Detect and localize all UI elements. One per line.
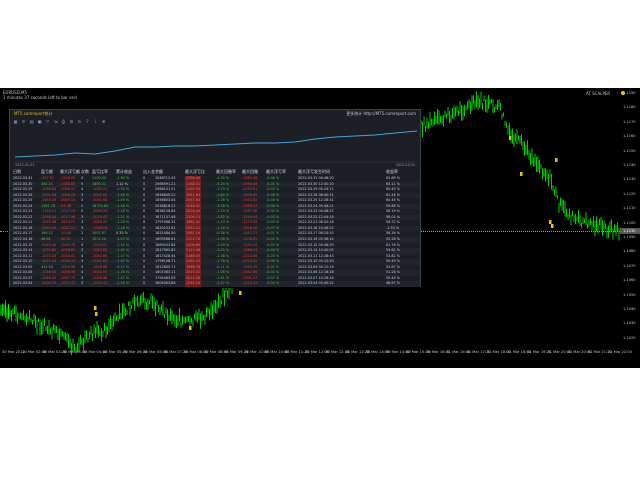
cell-time: 2022.03.04 05:40:22 <box>298 281 334 286</box>
cell-ret: 48.67 % <box>386 281 401 286</box>
filter-icon[interactable]: ▽ <box>45 119 50 124</box>
signal-marker <box>95 312 98 316</box>
column-header: 最大浮亏额 <box>60 169 80 174</box>
help-icon[interactable]: ? <box>85 119 90 124</box>
price-tick: 1.1040 <box>623 307 636 311</box>
cell-date: 2022.03.04 <box>13 281 33 286</box>
column-header: 出入金 <box>143 169 155 174</box>
column-header: 盈亏比率 <box>92 169 108 174</box>
equity-curve <box>15 130 417 163</box>
price-axis[interactable]: 1.1190 1.1180 1.1170 1.1160 1.1150 1.1140 1.11… <box>620 88 640 350</box>
bottom-margin <box>0 368 640 480</box>
signal-marker <box>189 326 192 330</box>
column-header: 累计收益 <box>116 169 132 174</box>
signal-marker <box>239 291 242 295</box>
price-tick: 1.1150 <box>623 148 636 153</box>
cell-maxfl: -1072.41 <box>60 281 76 286</box>
price-tick: 1.1050 <box>623 292 636 297</box>
cell-pnl: -2034.75 <box>41 281 57 286</box>
price-tick: 1.1160 <box>623 134 636 139</box>
equity-start-date: 2022.01.01 <box>15 163 35 167</box>
table-header: 日期 盈亏额 最大浮亏额 次数 盈亏比率 累计收益 出入金 余额 最大浮亏比 最大回撤率 最大回撤 最… <box>10 169 420 175</box>
price-tick: 1.1030 <box>623 321 636 326</box>
cell-dd: -1.47 % <box>216 281 230 286</box>
calendar-icon[interactable]: ▣ <box>37 119 42 124</box>
price-tick: 1.1070 <box>623 263 636 268</box>
price-tick: 1.1140 <box>623 163 636 167</box>
column-header: 收益率 <box>386 169 398 174</box>
export-icon[interactable]: ⇲ <box>53 119 58 124</box>
signal-marker <box>551 224 554 228</box>
column-header: 最大浮亏率 <box>266 169 286 174</box>
equity-line <box>15 130 417 158</box>
bar-countdown: 1 minutes 37 seconds left to bar end <box>3 95 77 100</box>
signal-marker <box>509 136 512 140</box>
cell-pct: -1.18 % <box>116 281 130 286</box>
price-tick: 1.1180 <box>623 105 636 110</box>
current-price-label: 1.1130 <box>620 228 640 234</box>
column-header: 最大回撤率 <box>216 169 236 174</box>
price-tick: 1.1120 <box>623 191 636 196</box>
cell-bal: 1804063.86 <box>155 281 176 286</box>
mt4-chart-window[interactable]: EURUSD,M5 1 minutes 37 seconds left to b… <box>0 88 640 368</box>
signal-marker <box>94 306 97 310</box>
cell-ratio: -1045.43 <box>92 281 108 286</box>
price-tick: 1.1080 <box>623 249 636 254</box>
zoom-icon[interactable]: ⊕ <box>101 119 106 124</box>
table-row: 2022.03.04 -2034.75 -1072.41 3 -1045.43 -1.18… <box>10 281 420 287</box>
column-header: 最大浮亏比 <box>185 169 205 174</box>
refresh-icon[interactable]: ↻ <box>77 119 82 124</box>
watermark: www.mt4.shop <box>562 374 637 385</box>
price-tick: 1.1170 <box>623 119 636 124</box>
expert-advisor-label: AT SCALPER <box>586 91 611 96</box>
signal-marker <box>555 158 558 162</box>
signal-marker <box>549 220 552 224</box>
price-tick: 1.1110 <box>623 206 636 211</box>
price-tick: 1.1090 <box>623 235 636 239</box>
column-header: 最大回撤 <box>242 169 258 174</box>
column-header: 余额 <box>155 169 163 174</box>
price-tick: 1.1100 <box>623 220 636 225</box>
column-header: 最大浮亏发生时间 <box>298 169 330 174</box>
cell-io: 0 <box>143 281 146 286</box>
list-icon[interactable]: ≡ <box>21 119 26 124</box>
statistics-panel[interactable]: MT5.comreport统计 更多统计 http://MT5.comrepor… <box>9 109 421 287</box>
settings-icon[interactable]: ⚙ <box>69 119 74 124</box>
panel-link[interactable]: 更多统计 http://MT5.comreport.com <box>346 111 416 117</box>
top-margin <box>0 0 640 88</box>
cell-ddv: -1012.31 <box>242 281 258 286</box>
cell-mflr: -0.04 % <box>266 281 280 286</box>
column-header: 盈亏额 <box>41 169 53 174</box>
statistics-table: 2022.03.31 -307.61 -1256.55 3 1100.50 -1.64 %… <box>10 176 420 287</box>
price-tick: 1.1190 <box>623 91 636 95</box>
column-header: 次数 <box>81 169 89 174</box>
equity-end-date: 2022.03.31 <box>395 163 415 167</box>
info-icon[interactable]: i <box>93 119 98 124</box>
price-tick: 1.1020 <box>623 335 636 340</box>
signal-marker <box>520 172 523 176</box>
print-icon[interactable]: ⎙ <box>61 119 66 124</box>
panel-title: MT5.comreport统计 <box>14 111 53 116</box>
time-tick: 31 Mar 22:00 <box>608 350 632 354</box>
time-axis[interactable]: 30 Mar 2022 30 Mar 02:40 30 Mar 03:20 30 Ma… <box>0 350 632 366</box>
price-tick: 1.1130 <box>623 177 636 182</box>
column-header: 日期 <box>13 169 21 174</box>
grid-icon[interactable]: ▦ <box>13 119 18 124</box>
chart-icon[interactable]: ▤ <box>29 119 34 124</box>
cell-mfr: 2044.16 <box>185 281 202 287</box>
price-tick: 1.1060 <box>623 278 636 283</box>
cell-cnt: 3 <box>81 281 84 286</box>
